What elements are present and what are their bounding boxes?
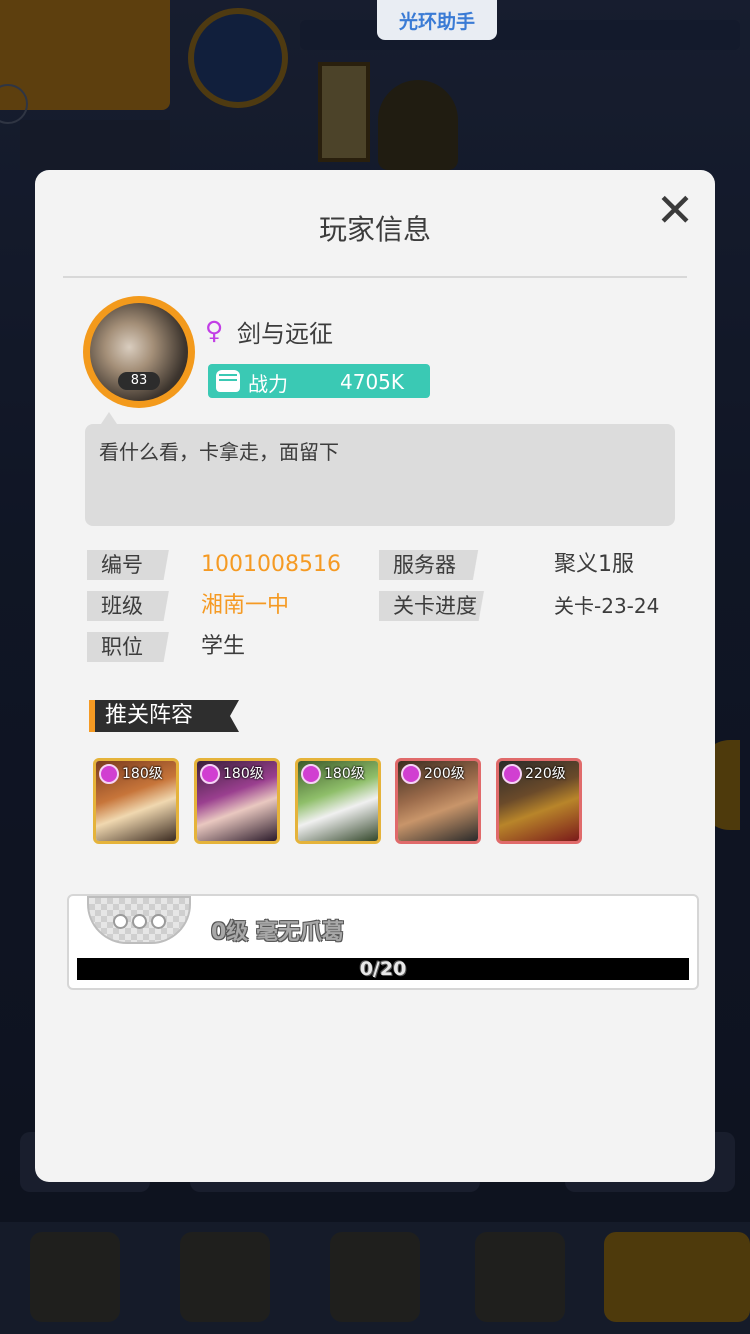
hero-level: 180级 — [324, 766, 365, 782]
fist-icon — [216, 370, 240, 392]
heart-gem-icon — [200, 764, 220, 784]
female-icon: ♀ — [205, 316, 224, 345]
job-label: 职位 — [87, 632, 195, 662]
dialog-title: 玩家信息 — [318, 213, 431, 246]
server-value: 聚义1服 — [554, 552, 634, 577]
rank-emblem-icon — [87, 896, 191, 944]
hero-card-2[interactable]: 180级 — [194, 758, 280, 844]
stage-value: 关卡-23-24 — [554, 594, 660, 618]
rank-progress-bar: 0/20 — [77, 958, 689, 980]
avatar-level-badge: 83 — [118, 372, 160, 390]
heart-gem-icon — [99, 764, 119, 784]
power-badge: 战力 4705K — [208, 364, 430, 398]
hero-card-1[interactable]: 180级 — [93, 758, 179, 844]
avatar[interactable] — [83, 296, 195, 408]
rank-progress-text: 0/20 — [359, 958, 407, 980]
class-value: 湘南一中 — [201, 593, 290, 618]
class-label: 班级 — [87, 591, 195, 621]
signature-bubble: 看什么看，卡拿走，面留下 — [85, 412, 675, 526]
assistant-badge[interactable]: 光环助手 — [377, 0, 497, 40]
player-name: 剑与远征 — [237, 320, 333, 348]
signature-text: 看什么看，卡拿走，面留下 — [99, 440, 339, 464]
title-divider — [63, 276, 687, 278]
server-label: 服务器 — [379, 550, 511, 580]
lineup-section-title: 推关阵容 — [89, 700, 239, 732]
stage-label: 关卡进度 — [379, 591, 519, 621]
power-value: 4705K — [340, 370, 405, 394]
hero-card-3[interactable]: 180级 — [295, 758, 381, 844]
id-value: 1001008516 — [201, 552, 341, 577]
player-info-dialog: 玩家信息 ✕ 83 ♀ 剑与远征 战力 4705K 看什么看，卡拿走，面留下 编… — [35, 170, 715, 1182]
heart-gem-icon — [502, 764, 522, 784]
hero-card-4[interactable]: 200级 — [395, 758, 481, 844]
hero-card-5[interactable]: 220级 — [496, 758, 582, 844]
rank-dots — [113, 914, 169, 930]
id-label: 编号 — [87, 550, 195, 580]
job-value: 学生 — [201, 634, 246, 659]
rank-card: 0级 毫无爪葛 0/20 — [67, 894, 699, 990]
rank-name: 0级 毫无爪葛 — [211, 920, 344, 945]
hero-level: 220级 — [525, 766, 566, 782]
power-label: 战力 — [248, 372, 288, 396]
hero-level: 180级 — [122, 766, 163, 782]
heart-gem-icon — [401, 764, 421, 784]
hero-level: 200级 — [424, 766, 465, 782]
hero-level: 180级 — [223, 766, 264, 782]
heart-gem-icon — [301, 764, 321, 784]
close-button[interactable]: ✕ — [653, 187, 697, 234]
